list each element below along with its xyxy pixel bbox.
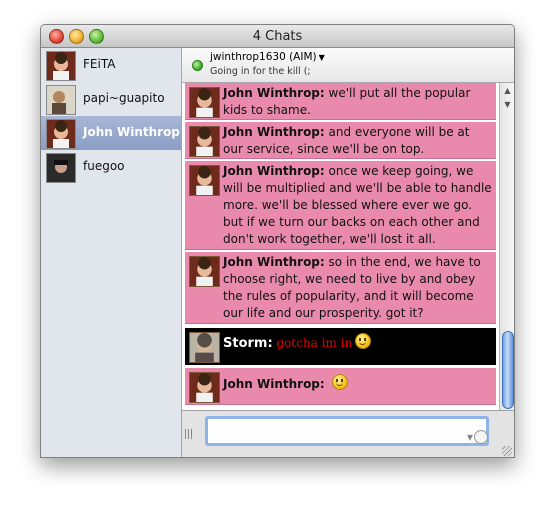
transcript-scrollbar[interactable]: ▲ ▼ bbox=[499, 83, 514, 410]
chevron-down-icon[interactable]: ▼ bbox=[319, 53, 325, 62]
avatar bbox=[189, 372, 220, 403]
message-sender: John Winthrop: bbox=[223, 377, 325, 391]
contact-item-john-winthrop[interactable]: John Winthrop bbox=[41, 116, 181, 150]
scroll-up-arrow-icon[interactable]: ▲ bbox=[500, 85, 514, 97]
window-title: 4 Chats bbox=[252, 29, 303, 44]
avatar bbox=[189, 332, 220, 363]
splitter-grip[interactable] bbox=[185, 429, 193, 439]
message-transcript: John Winthrop: we'll put all the popular… bbox=[182, 83, 499, 410]
buddy-name[interactable]: jwinthrop1630 (AIM) ▼ bbox=[210, 51, 325, 63]
contact-item-papi-guapito[interactable]: papi~guapito bbox=[41, 82, 181, 116]
contact-name: FEiTA bbox=[83, 57, 116, 71]
resize-grip[interactable] bbox=[502, 446, 512, 456]
smiley-icon[interactable] bbox=[474, 430, 488, 444]
chat-header: jwinthrop1630 (AIM) ▼ Going in for the ki… bbox=[182, 48, 514, 83]
scrollbar-thumb[interactable] bbox=[502, 331, 514, 409]
message-row: John Winthrop: and everyone will be at o… bbox=[185, 122, 496, 159]
message-row: John Winthrop: once we keep going, we wi… bbox=[185, 161, 496, 250]
message-sender: John Winthrop: bbox=[223, 255, 325, 269]
contact-name: papi~guapito bbox=[83, 91, 165, 105]
contact-name: fuegoo bbox=[83, 159, 125, 173]
avatar bbox=[46, 51, 76, 81]
contact-item-fuegoo[interactable]: fuegoo bbox=[41, 150, 181, 184]
message-body: gotcha im in bbox=[276, 336, 353, 350]
avatar bbox=[189, 256, 220, 287]
chat-list-sidebar: FEiTA papi~guapito John Winthrop fuegoo bbox=[41, 48, 182, 457]
smiley-icon bbox=[355, 333, 372, 349]
message-input[interactable] bbox=[205, 416, 489, 446]
status-message: Going in for the kill (; bbox=[210, 66, 311, 77]
message-text: Storm: gotcha im in bbox=[223, 333, 492, 352]
buddy-label: jwinthrop1630 (AIM) bbox=[210, 51, 317, 63]
message-text: John Winthrop: so in the end, we have to… bbox=[223, 254, 492, 322]
smiley-icon bbox=[331, 374, 348, 390]
message-row: John Winthrop: we'll put all the popular… bbox=[185, 83, 496, 120]
scroll-down-arrow-icon[interactable]: ▼ bbox=[500, 99, 514, 111]
message-row-storm: Storm: gotcha im in bbox=[185, 328, 496, 365]
avatar bbox=[189, 165, 220, 196]
avatar bbox=[46, 153, 76, 183]
chat-window: 4 Chats FEiTA papi~guapito John Winthrop bbox=[40, 24, 515, 458]
message-text: John Winthrop: we'll put all the popular… bbox=[223, 85, 492, 119]
avatar bbox=[46, 85, 76, 115]
message-sender: John Winthrop: bbox=[223, 164, 325, 178]
online-dot-icon bbox=[192, 60, 203, 71]
contact-name: John Winthrop bbox=[83, 125, 180, 139]
avatar bbox=[189, 87, 220, 118]
message-row: John Winthrop: so in the end, we have to… bbox=[185, 252, 496, 324]
contact-item-feita[interactable]: FEiTA bbox=[41, 48, 181, 82]
message-text: John Winthrop: once we keep going, we wi… bbox=[223, 163, 492, 248]
message-row: John Winthrop: bbox=[185, 368, 496, 405]
avatar bbox=[46, 119, 76, 149]
title-bar: 4 Chats bbox=[41, 25, 514, 48]
message-text: John Winthrop: bbox=[223, 374, 492, 393]
message-input-area: ▾ bbox=[182, 410, 514, 457]
message-text: John Winthrop: and everyone will be at o… bbox=[223, 124, 492, 158]
message-sender: John Winthrop: bbox=[223, 125, 325, 139]
message-sender: Storm: bbox=[223, 336, 273, 351]
message-sender: John Winthrop: bbox=[223, 86, 325, 100]
avatar bbox=[189, 126, 220, 157]
emoticon-menu-chevron-icon[interactable]: ▾ bbox=[467, 430, 473, 444]
